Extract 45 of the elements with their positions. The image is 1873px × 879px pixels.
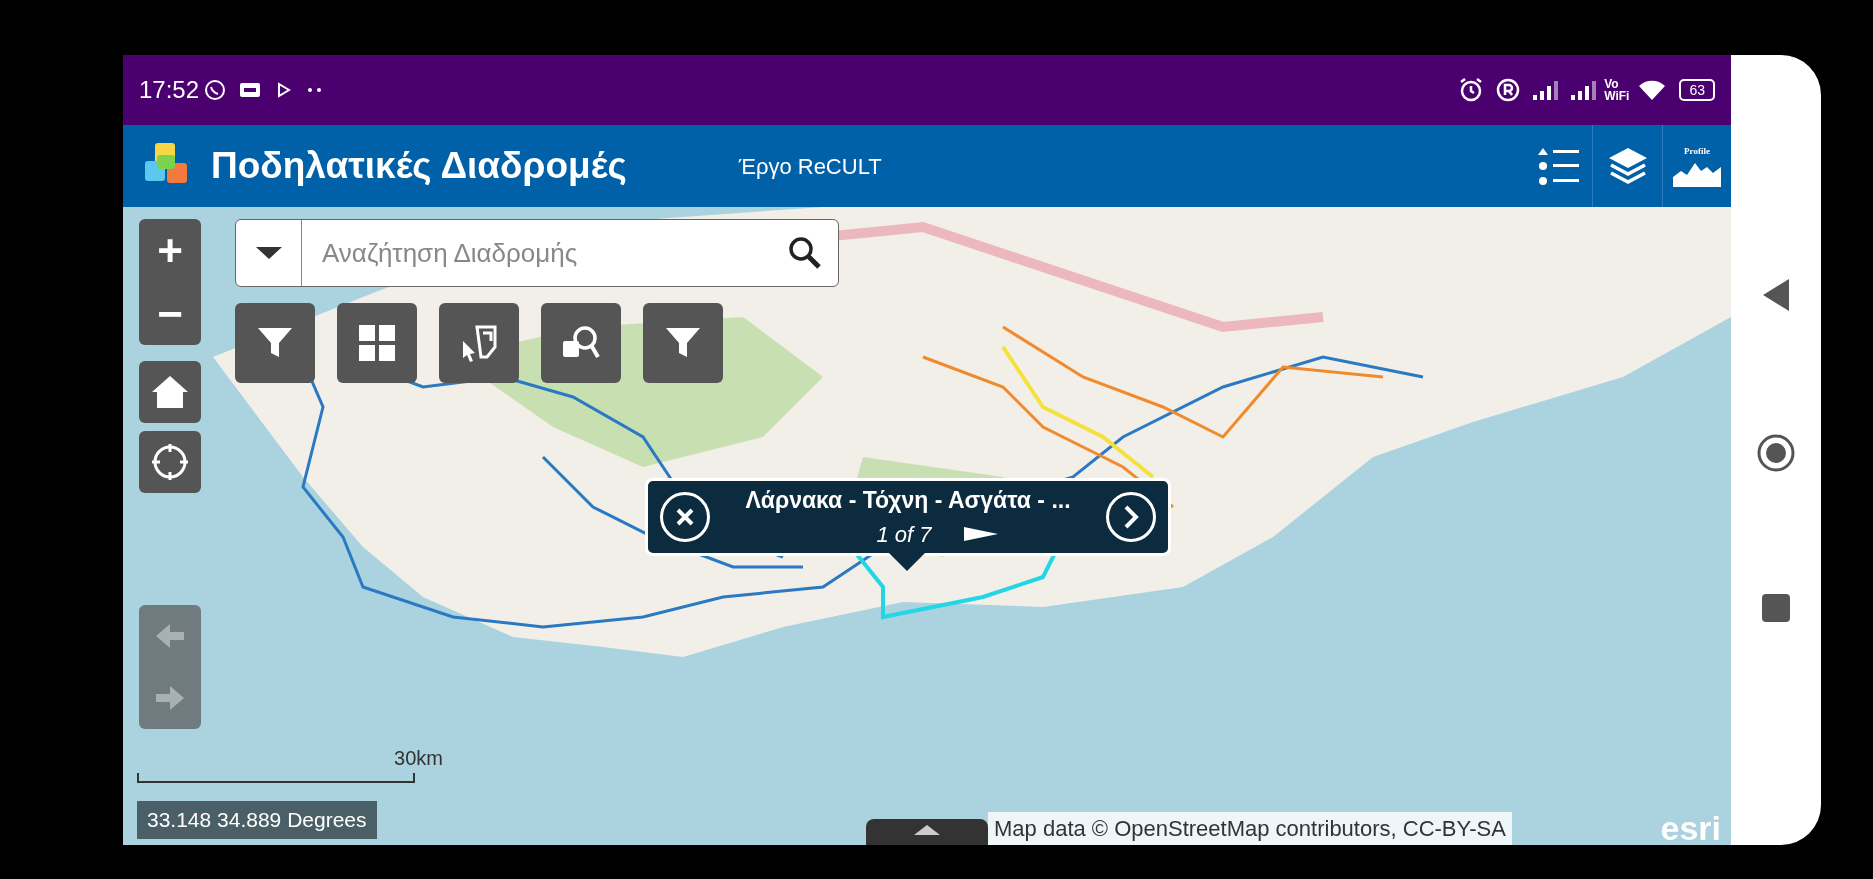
back-icon[interactable] bbox=[1761, 277, 1791, 313]
filter-button[interactable] bbox=[643, 303, 723, 383]
battery-indicator: 63 bbox=[1679, 79, 1715, 101]
filter-button[interactable] bbox=[235, 303, 315, 383]
card-icon bbox=[239, 82, 262, 98]
close-icon bbox=[675, 507, 695, 527]
play-icon bbox=[277, 82, 292, 98]
profile-button[interactable]: Profile bbox=[1663, 125, 1731, 207]
more-icon bbox=[307, 87, 324, 93]
wifi-icon bbox=[1637, 78, 1668, 102]
app-title: Ποδηλατικές Διαδρομές bbox=[211, 144, 627, 189]
scale-label: 30km bbox=[394, 746, 443, 771]
network-label: WiFi bbox=[1604, 90, 1630, 102]
close-button[interactable] bbox=[660, 492, 710, 542]
popup-title: Λάρνακα - Τόχνη - Ασγάτα - ... bbox=[745, 486, 1071, 516]
registered-icon bbox=[1496, 78, 1521, 102]
app-subtitle: Έργο ReCULT bbox=[738, 152, 882, 181]
zoom-out-button[interactable]: − bbox=[157, 291, 183, 336]
arrow-right-icon bbox=[154, 683, 186, 713]
expand-panel-button[interactable] bbox=[866, 819, 988, 845]
caret-icon bbox=[254, 246, 283, 260]
search-field[interactable]: Αναζήτηση Διαδρομής bbox=[302, 233, 788, 273]
home-button[interactable] bbox=[139, 361, 201, 423]
network-label: Vo bbox=[1604, 78, 1620, 90]
grid-icon bbox=[357, 323, 397, 363]
arrow-left-icon bbox=[154, 621, 186, 651]
home-icon bbox=[150, 374, 190, 410]
crosshair-icon bbox=[150, 442, 190, 482]
locate-button[interactable] bbox=[139, 431, 201, 493]
search-bar[interactable]: Αναζήτηση Διαδρομής bbox=[235, 219, 839, 287]
popup-counter: 1 of 7 bbox=[876, 520, 932, 549]
caret-up-icon bbox=[912, 823, 942, 835]
coordinates-readout: 33.148 34.889 Degrees bbox=[137, 801, 377, 839]
map-logo: esri bbox=[1660, 811, 1721, 845]
status-time: 17:52 bbox=[139, 75, 200, 105]
zoom-in-button[interactable]: + bbox=[157, 228, 183, 273]
grid-button[interactable] bbox=[337, 303, 417, 383]
chevron-right-icon bbox=[1122, 504, 1140, 530]
recents-icon[interactable] bbox=[1761, 593, 1791, 623]
next-button[interactable] bbox=[1106, 492, 1156, 542]
search-icon[interactable] bbox=[788, 236, 822, 270]
select-button[interactable] bbox=[439, 303, 519, 383]
map-attribution: Map data © OpenStreetMap contributors, CC-BY-SA bbox=[988, 812, 1512, 845]
home-circle-icon[interactable] bbox=[1756, 433, 1796, 473]
query-button[interactable] bbox=[541, 303, 621, 383]
